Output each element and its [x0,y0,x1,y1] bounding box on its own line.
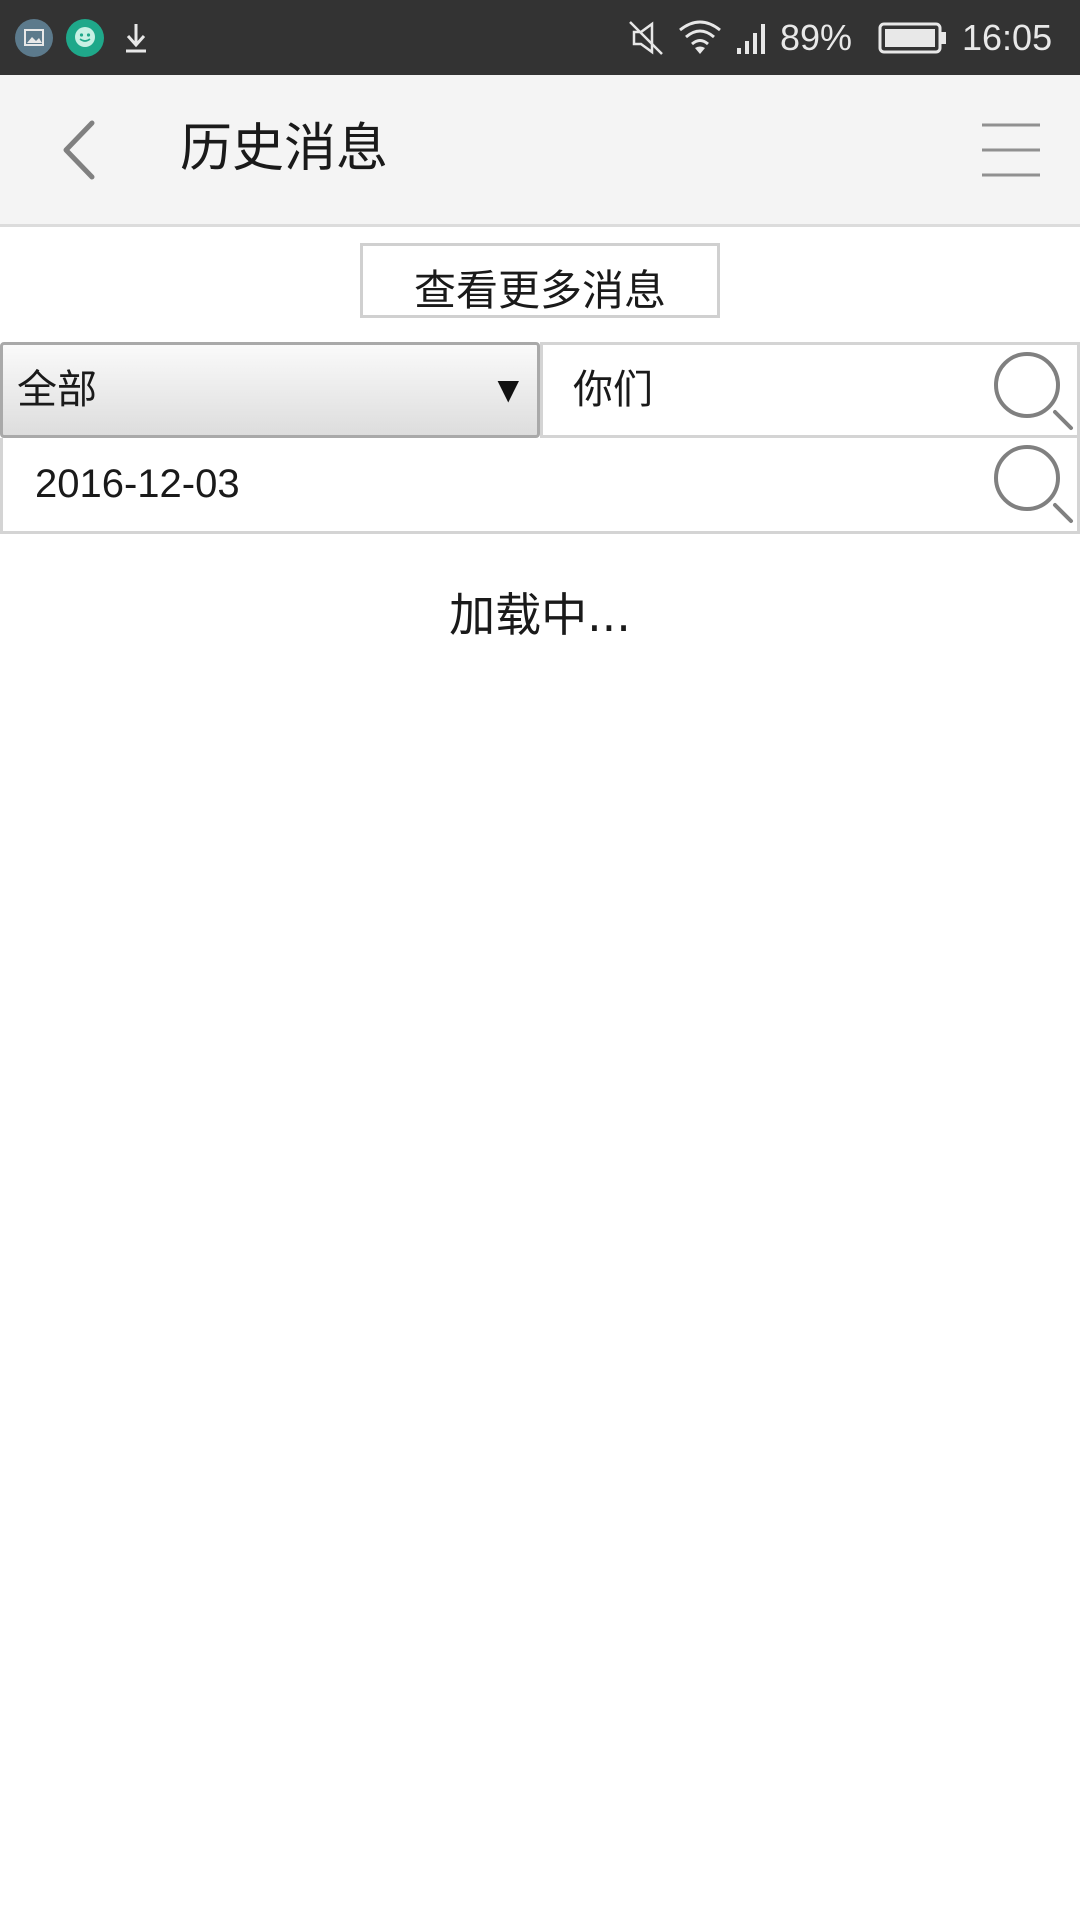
search-icon[interactable] [987,438,1077,528]
download-icon [116,18,156,58]
clock: 16:05 [962,16,1053,58]
wifi-icon [676,0,724,75]
menu-button[interactable] [978,115,1044,185]
messenger-app-icon [65,18,105,58]
mute-icon [626,0,670,75]
category-select[interactable]: 全部 ▼ [0,342,540,438]
menu-icon [982,123,1040,177]
screenshot-icon [14,18,54,58]
dropdown-arrow-icon: ▼ [497,373,519,406]
battery-icon [878,0,948,75]
keyword-search-field[interactable]: 你们 [540,342,1080,438]
view-more-messages-button[interactable]: 查看更多消息 [360,243,720,318]
keyword-input[interactable]: 你们 [573,345,653,435]
date-search-field[interactable]: 2016-12-03 [0,438,1080,534]
category-select-value: 全部 [17,367,97,413]
battery-percent: 89% [780,16,853,58]
search-icon[interactable] [987,345,1077,435]
date-input[interactable]: 2016-12-03 [35,438,240,531]
page-title: 历史消息 [180,119,389,179]
title-bar: 历史消息 [0,75,1080,227]
status-bar-right: 89% 16:05 [626,0,1066,75]
back-chevron-icon [63,120,95,180]
loading-indicator: 加载中... [449,588,631,642]
signal-icon [734,0,772,75]
back-button[interactable] [40,105,120,195]
status-bar: 89% 16:05 [0,0,1080,75]
